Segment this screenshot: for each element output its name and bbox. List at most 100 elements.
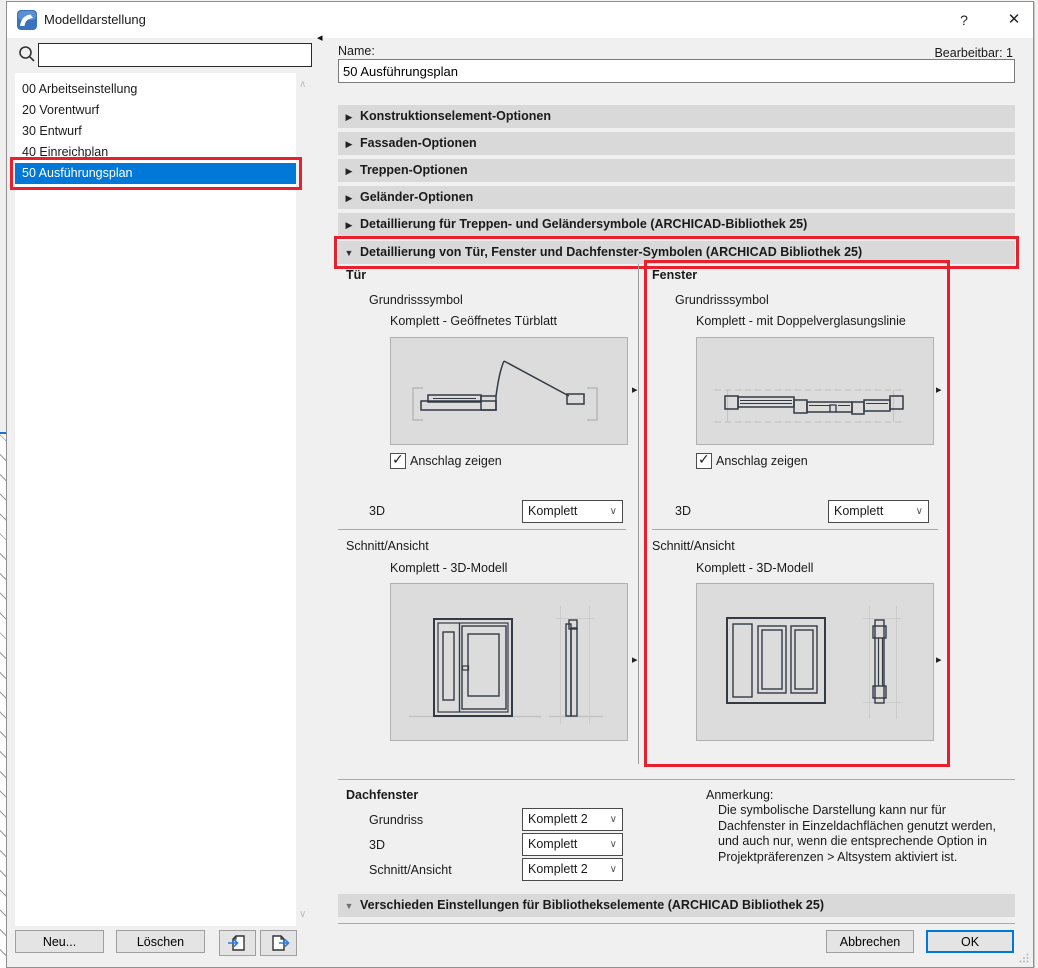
list-item[interactable]: 30 Entwurf — [15, 121, 296, 142]
section-detaillierung-tuer-fenster[interactable]: ▼Detaillierung von Tür, Fenster und Dach… — [338, 241, 1015, 264]
chevron-right-icon: ▶ — [338, 106, 360, 129]
title-bar: Modelldarstellung ? ✕ — [7, 2, 1033, 38]
window-plan-symbol — [697, 338, 933, 444]
door-plan-style: Komplett - Geöffnetes Türblatt — [390, 314, 557, 328]
window-3d-label: 3D — [675, 504, 691, 518]
view-definition-list[interactable]: 00 Arbeitseinstellung 20 Vorentwurf 30 E… — [15, 73, 296, 926]
chevron-down-icon: ▼ — [338, 895, 360, 918]
chevron-right-icon: ▶ — [338, 187, 360, 210]
section-treppen[interactable]: ▶Treppen-Optionen — [338, 159, 1015, 182]
help-button[interactable]: ? — [949, 8, 979, 32]
window-elevation-symbol — [697, 584, 933, 740]
chevron-down-icon: ∨ — [916, 501, 923, 522]
name-label: Name: — [338, 44, 375, 58]
column-divider — [638, 264, 639, 764]
chevron-down-icon: ∨ — [610, 834, 617, 855]
window-elevation-preview — [696, 583, 934, 741]
window-anschlag-checkbox[interactable] — [696, 453, 712, 469]
window-3d-select[interactable]: Komplett ∨ — [828, 500, 929, 523]
divider — [338, 923, 1015, 924]
roof-section-label: Schnitt/Ansicht — [369, 863, 452, 877]
delete-button[interactable]: Löschen — [116, 930, 205, 953]
cancel-button[interactable]: Abbrechen — [826, 930, 914, 953]
new-button[interactable]: Neu... — [15, 930, 104, 953]
ok-button[interactable]: OK — [926, 930, 1014, 953]
close-button[interactable]: ✕ — [999, 8, 1029, 32]
roof-3d-label: 3D — [369, 838, 385, 852]
section-label: Verschieden Einstellungen für Bibliothek… — [360, 898, 824, 912]
window-section-label: Schnitt/Ansicht — [652, 539, 735, 553]
list-item-selected[interactable]: 50 Ausführungsplan — [15, 163, 296, 184]
export-button[interactable] — [260, 930, 297, 956]
window-plan-next-icon[interactable]: ▸ — [936, 383, 942, 396]
window-plan-style: Komplett - mit Doppelverglasungslinie — [696, 314, 906, 328]
modelldarstellung-dialog: Modelldarstellung ? ✕ 00 Arbeitseinstell… — [6, 1, 1034, 968]
door-anschlag-label: Anschlag zeigen — [410, 454, 502, 468]
roof-section-value: Komplett 2 — [523, 862, 588, 876]
roof-3d-select[interactable]: Komplett ∨ — [522, 833, 623, 856]
section-label: Geländer-Optionen — [360, 190, 473, 204]
window-plan-label: Grundrisssymbol — [675, 293, 769, 307]
window-title: Modelldarstellung — [44, 12, 146, 27]
window-3d-value: Komplett — [829, 504, 883, 518]
door-elevation-symbol — [391, 584, 627, 740]
door-section-label: Schnitt/Ansicht — [346, 539, 429, 553]
window-title: Fenster — [652, 268, 697, 282]
door-elevation-next-icon[interactable]: ▸ — [632, 653, 638, 666]
roof-section-select[interactable]: Komplett 2 ∨ — [522, 858, 623, 881]
chevron-right-icon: ▶ — [338, 133, 360, 156]
section-konstruktionselement[interactable]: ▶Konstruktionselement-Optionen — [338, 105, 1015, 128]
door-plan-next-icon[interactable]: ▸ — [632, 383, 638, 396]
door-3d-select[interactable]: Komplett ∨ — [522, 500, 623, 523]
note-title: Anmerkung: — [706, 788, 773, 802]
list-item[interactable]: 40 Einreichplan — [15, 142, 296, 163]
window-anschlag-label: Anschlag zeigen — [716, 454, 808, 468]
window-elevation-next-icon[interactable]: ▸ — [936, 653, 942, 666]
screenshot-stage: Modelldarstellung ? ✕ 00 Arbeitseinstell… — [0, 0, 1038, 968]
door-title: Tür — [346, 268, 366, 282]
export-icon — [268, 934, 290, 952]
roof-plan-value: Komplett 2 — [523, 812, 588, 826]
list-item[interactable]: 20 Vorentwurf — [15, 100, 296, 121]
search-icon — [18, 45, 36, 63]
note-text: Die symbolische Darstellung kann nur für… — [718, 803, 1038, 865]
import-button[interactable] — [219, 930, 256, 956]
door-plan-preview — [390, 337, 628, 445]
roof-plan-select[interactable]: Komplett 2 ∨ — [522, 808, 623, 831]
scroll-up-icon[interactable]: ∧ — [299, 79, 306, 90]
import-icon — [227, 934, 249, 952]
door-3d-value: Komplett — [523, 504, 577, 518]
divider — [338, 529, 626, 530]
scroll-down-icon[interactable]: ∨ — [299, 909, 306, 920]
chevron-right-icon: ▶ — [338, 214, 360, 237]
list-item[interactable]: 00 Arbeitseinstellung — [15, 79, 296, 100]
resize-grip[interactable] — [1019, 953, 1029, 963]
name-input[interactable] — [338, 59, 1015, 83]
chevron-down-icon: ▼ — [338, 242, 360, 265]
search-input[interactable] — [38, 43, 312, 67]
section-detaillierung-treppen[interactable]: ▶Detaillierung für Treppen- und Geländer… — [338, 213, 1015, 236]
door-elevation-preview — [390, 583, 628, 741]
door-3d-label: 3D — [369, 504, 385, 518]
panel-collapse-icon[interactable]: ◂ — [317, 31, 323, 44]
door-anschlag-checkbox[interactable] — [390, 453, 406, 469]
section-label: Konstruktionselement-Optionen — [360, 109, 551, 123]
door-plan-label: Grundrisssymbol — [369, 293, 463, 307]
section-label: Detaillierung für Treppen- und Geländers… — [360, 217, 807, 231]
section-fassaden[interactable]: ▶Fassaden-Optionen — [338, 132, 1015, 155]
chevron-down-icon: ∨ — [610, 809, 617, 830]
section-label: Treppen-Optionen — [360, 163, 468, 177]
section-verschieden-einstellungen[interactable]: ▼Verschieden Einstellungen für Bibliothe… — [338, 894, 1015, 917]
section-gelaender[interactable]: ▶Geländer-Optionen — [338, 186, 1015, 209]
roof-window-title: Dachfenster — [346, 788, 418, 802]
list-scrollbar[interactable]: ∧ ∨ — [296, 73, 313, 926]
section-label: Detaillierung von Tür, Fenster und Dachf… — [360, 245, 862, 259]
chevron-down-icon: ∨ — [610, 859, 617, 880]
door-section-style: Komplett - 3D-Modell — [390, 561, 507, 575]
editable-count: Bearbeitbar: 1 — [934, 46, 1013, 60]
chevron-down-icon: ∨ — [610, 501, 617, 522]
divider — [652, 529, 938, 530]
door-plan-symbol — [391, 338, 627, 444]
section-label: Fassaden-Optionen — [360, 136, 477, 150]
chevron-right-icon: ▶ — [338, 160, 360, 183]
